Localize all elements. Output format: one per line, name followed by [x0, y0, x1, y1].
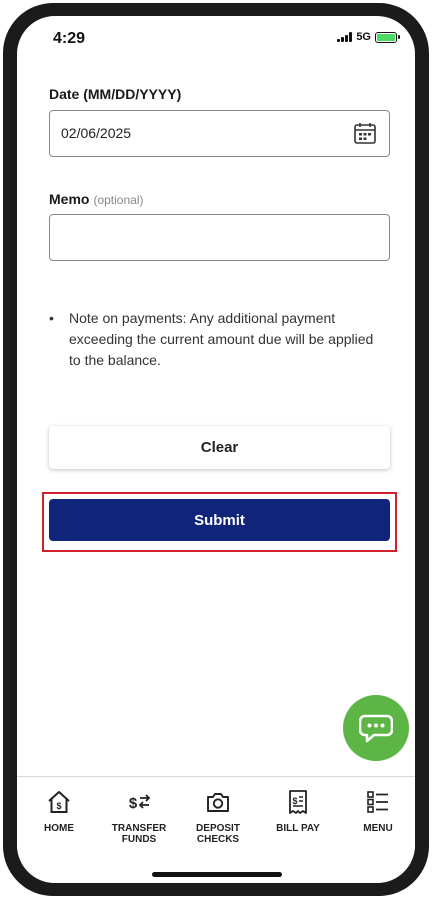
camera-icon [207, 793, 229, 812]
payment-note: • Note on payments: Any additional payme… [49, 308, 379, 371]
memo-label: Memo (optional) [49, 191, 144, 207]
tab-transfer-funds[interactable]: $ TRANSFER FUNDS [104, 789, 174, 845]
submit-button[interactable]: Submit [49, 499, 390, 541]
bullet: • [49, 310, 54, 326]
tab-deposit-checks[interactable]: DEPOSIT CHECKS [183, 789, 253, 845]
svg-text:$: $ [129, 795, 138, 812]
svg-text:$: $ [56, 801, 61, 811]
battery-icon [375, 31, 400, 43]
home-icon: $ [48, 791, 70, 813]
tab-transfer-label: TRANSFER FUNDS [111, 823, 167, 845]
tab-home[interactable]: $ HOME [24, 789, 94, 834]
bottom-tab-bar: $ HOME $ TRANSFER FUNDS DEPOSIT CHECKS $… [17, 776, 415, 883]
home-indicator [152, 872, 282, 877]
status-time: 4:29 [53, 30, 86, 47]
chat-icon [359, 714, 393, 743]
phone-frame: 4:29 5G Date (MM/DD/YYYY) 02/06/2025 Mem… [3, 3, 429, 896]
menu-list-icon [367, 791, 388, 813]
memo-optional-hint: (optional) [93, 193, 144, 207]
clear-button[interactable]: Clear [49, 426, 390, 469]
app-screen: 4:29 5G Date (MM/DD/YYYY) 02/06/2025 Mem… [17, 16, 415, 883]
status-icons: 5G [337, 31, 400, 43]
chat-button[interactable] [343, 695, 409, 761]
tab-deposit-label: DEPOSIT CHECKS [196, 823, 240, 845]
payment-note-text: Note on payments: Any additional payment… [69, 310, 374, 368]
memo-field[interactable] [49, 214, 390, 261]
bill-icon: $ [289, 790, 307, 814]
tab-menu-label: MENU [363, 823, 393, 834]
tab-menu[interactable]: MENU [343, 789, 413, 834]
signal-icon [337, 32, 353, 42]
transfer-icon: $ [129, 794, 151, 812]
date-label: Date (MM/DD/YYYY) [49, 86, 182, 102]
date-field[interactable]: 02/06/2025 [49, 110, 390, 157]
tab-home-label: HOME [44, 823, 74, 834]
calendar-icon[interactable] [353, 121, 377, 145]
svg-text:$: $ [292, 796, 297, 806]
tab-billpay-label: BILL PAY [276, 823, 320, 834]
network-label: 5G [356, 31, 371, 43]
tab-bill-pay[interactable]: $ BILL PAY [263, 789, 333, 834]
date-value: 02/06/2025 [61, 125, 132, 141]
